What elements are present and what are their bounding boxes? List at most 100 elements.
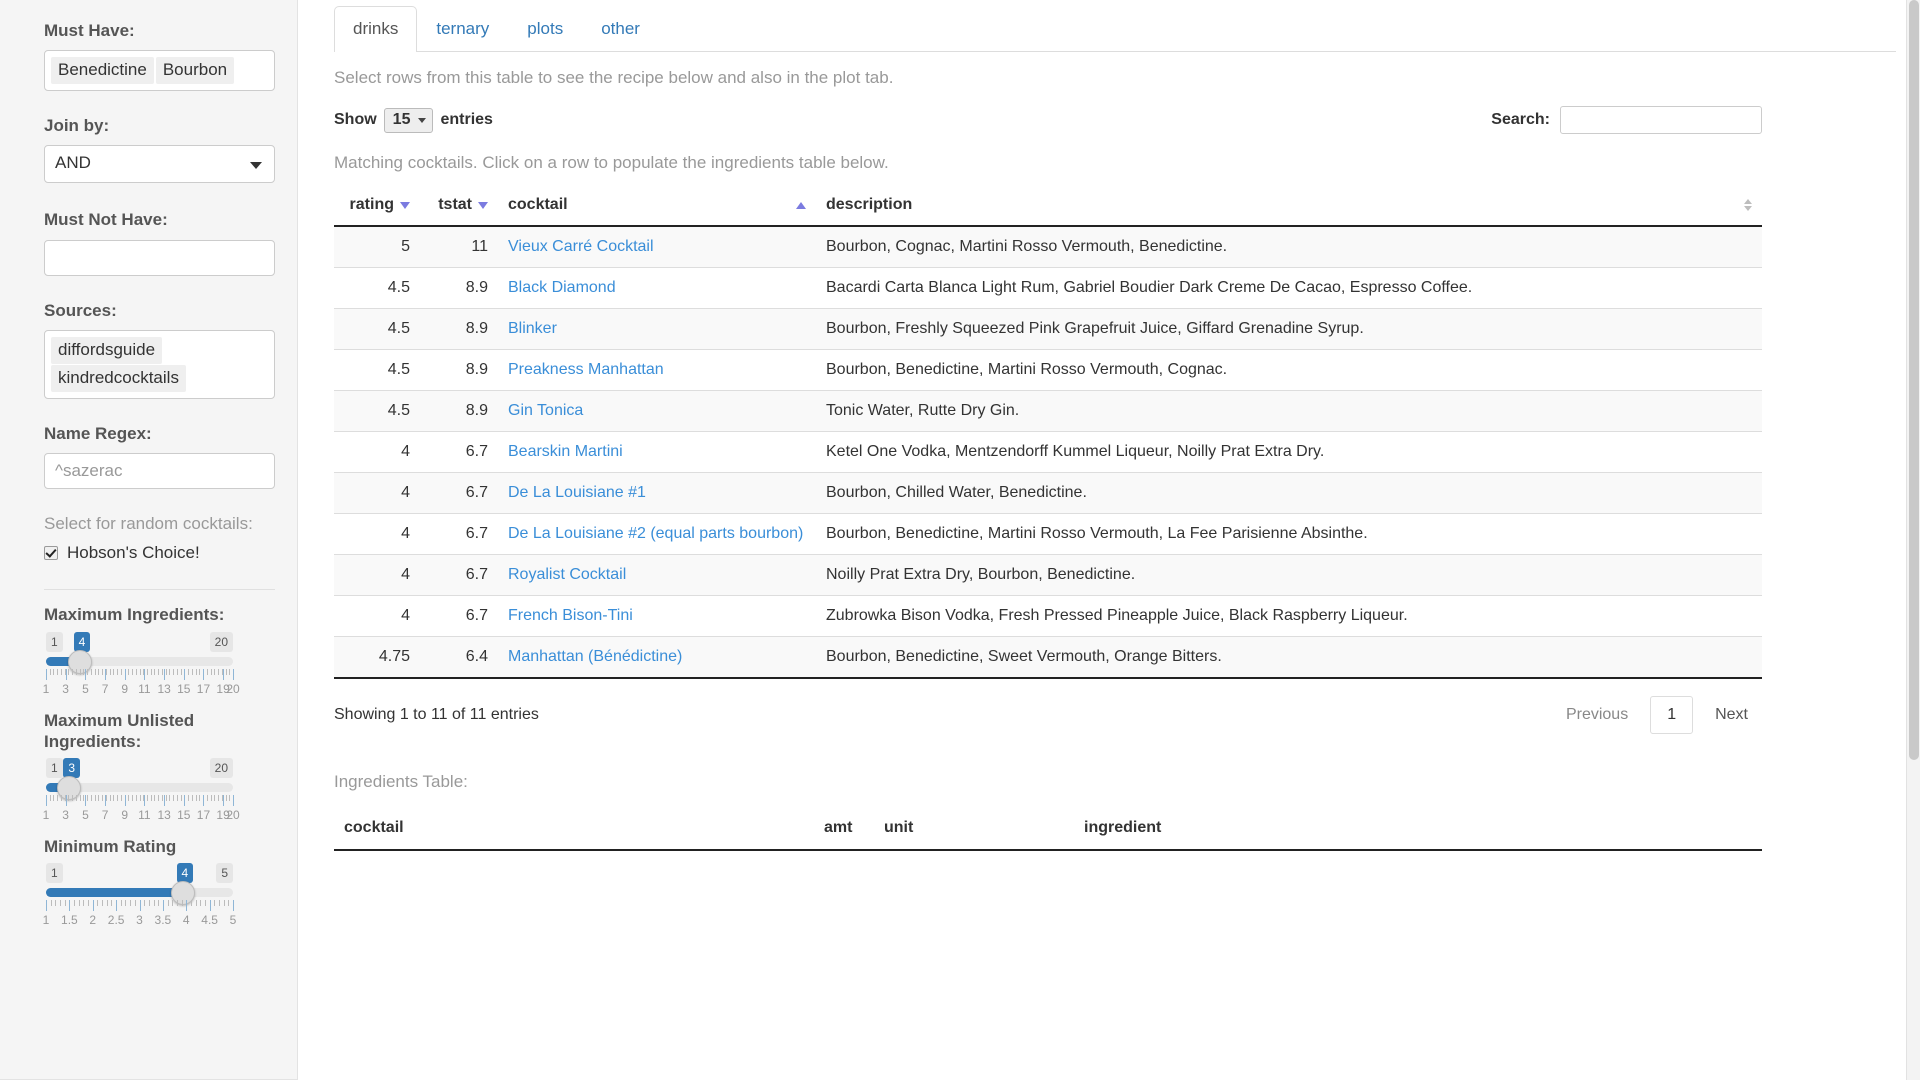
join-by-select[interactable]: AND bbox=[44, 145, 275, 183]
page-scrollbar[interactable] bbox=[1906, 0, 1920, 1080]
tab-ternary[interactable]: ternary bbox=[417, 6, 508, 52]
slider-tick bbox=[121, 795, 122, 801]
cocktail-link[interactable]: Blinker bbox=[508, 320, 557, 337]
entries-value: 15 bbox=[393, 111, 411, 129]
cell-cocktail[interactable]: Blinker bbox=[498, 309, 816, 350]
column-header-rating[interactable]: rating bbox=[334, 186, 420, 226]
entries-select[interactable]: 15 bbox=[384, 108, 434, 133]
slider-tick bbox=[181, 795, 182, 801]
slider-tick bbox=[154, 669, 155, 675]
slider-tick bbox=[135, 900, 136, 906]
slider-tick bbox=[226, 669, 227, 675]
column-header-ing-cocktail[interactable]: cocktail bbox=[334, 809, 814, 850]
search-input[interactable] bbox=[1560, 106, 1762, 134]
cell-cocktail[interactable]: Preakness Manhattan bbox=[498, 350, 816, 391]
table-caption: Matching cocktails. Click on a row to po… bbox=[334, 153, 1920, 173]
cocktail-link[interactable]: De La Louisiane #2 (equal parts bourbon) bbox=[508, 525, 803, 542]
cocktail-link[interactable]: Royalist Cocktail bbox=[508, 566, 626, 583]
cocktail-link[interactable]: Black Diamond bbox=[508, 279, 616, 296]
pagination-previous[interactable]: Previous bbox=[1552, 698, 1642, 732]
slider-tick bbox=[87, 795, 88, 801]
slider-tick bbox=[229, 795, 230, 801]
cell-cocktail[interactable]: Manhattan (Bénédictine) bbox=[498, 637, 816, 679]
table-row[interactable]: 4.756.4Manhattan (Bénédictine)Bourbon, B… bbox=[334, 637, 1762, 679]
column-header-tstat[interactable]: tstat bbox=[420, 186, 498, 226]
must-not-have-input[interactable] bbox=[44, 240, 275, 276]
pagination-page-1[interactable]: 1 bbox=[1650, 696, 1693, 734]
random-help-label: Select for random cocktails: bbox=[44, 513, 275, 534]
cell-cocktail[interactable]: Bearskin Martini bbox=[498, 432, 816, 473]
cocktail-link[interactable]: Vieux Carré Cocktail bbox=[508, 238, 654, 255]
sources-tag[interactable]: diffordsguide bbox=[51, 337, 162, 364]
slider-tick-label: 13 bbox=[157, 808, 170, 822]
cell-tstat: 8.9 bbox=[420, 309, 498, 350]
slider-tick bbox=[80, 795, 81, 801]
table-row[interactable]: 46.7Royalist CocktailNoilly Prat Extra D… bbox=[334, 555, 1762, 596]
must-have-tag[interactable]: Benedictine bbox=[51, 57, 154, 84]
table-row[interactable]: 4.58.9Gin TonicaTonic Water, Rutte Dry G… bbox=[334, 391, 1762, 432]
cell-rating: 4.5 bbox=[334, 268, 420, 309]
cell-cocktail[interactable]: Gin Tonica bbox=[498, 391, 816, 432]
table-row[interactable]: 46.7De La Louisiane #2 (equal parts bour… bbox=[334, 514, 1762, 555]
slider-tick bbox=[76, 795, 77, 801]
tab-other[interactable]: other bbox=[582, 6, 659, 52]
sources-input[interactable]: diffordsguide kindredcocktails bbox=[44, 330, 275, 399]
slider-control[interactable]: 15411.522.533.544.55 bbox=[46, 863, 233, 933]
column-header-ing-ingredient[interactable]: ingredient bbox=[1074, 809, 1762, 850]
ingredients-caption: Ingredients Table: bbox=[334, 772, 1920, 792]
slider-tick bbox=[214, 669, 215, 675]
slider-tick bbox=[98, 669, 99, 675]
slider-control[interactable]: 120413579111315171920 bbox=[46, 632, 233, 702]
slider-tick bbox=[132, 669, 133, 675]
column-header-ing-amt[interactable]: amt bbox=[814, 809, 874, 850]
cell-description: Bourbon, Benedictine, Martini Rosso Verm… bbox=[816, 514, 1762, 555]
slider-max-label: 5 bbox=[216, 863, 233, 883]
cell-cocktail[interactable]: French Bison-Tini bbox=[498, 596, 816, 637]
cell-cocktail[interactable]: De La Louisiane #1 bbox=[498, 473, 816, 514]
cocktail-link[interactable]: Preakness Manhattan bbox=[508, 361, 664, 378]
scrollbar-thumb[interactable] bbox=[1909, 0, 1919, 760]
name-regex-input[interactable] bbox=[44, 453, 275, 489]
cocktail-link[interactable]: De La Louisiane #1 bbox=[508, 484, 646, 501]
table-row[interactable]: 4.58.9Black DiamondBacardi Carta Blanca … bbox=[334, 268, 1762, 309]
slider-tick-labels: 11.522.533.544.55 bbox=[46, 913, 233, 929]
table-row[interactable]: 4.58.9Preakness ManhattanBourbon, Benedi… bbox=[334, 350, 1762, 391]
table-row[interactable]: 4.58.9BlinkerBourbon, Freshly Squeezed P… bbox=[334, 309, 1762, 350]
cocktail-link[interactable]: Manhattan (Bénédictine) bbox=[508, 648, 682, 665]
slider-tick-label: 3 bbox=[62, 808, 69, 822]
table-row[interactable]: 46.7De La Louisiane #1Bourbon, Chilled W… bbox=[334, 473, 1762, 514]
slider-tick bbox=[140, 669, 141, 675]
cell-cocktail[interactable]: De La Louisiane #2 (equal parts bourbon) bbox=[498, 514, 816, 555]
cocktail-link[interactable]: Gin Tonica bbox=[508, 402, 583, 419]
pagination-next[interactable]: Next bbox=[1701, 698, 1762, 732]
slider-track[interactable] bbox=[46, 888, 233, 897]
slider-tick bbox=[87, 669, 88, 675]
slider-tick bbox=[91, 795, 92, 801]
slider-tick bbox=[144, 900, 145, 906]
slider-control[interactable]: 120313579111315171920 bbox=[46, 758, 233, 828]
must-have-tag[interactable]: Bourbon bbox=[156, 57, 234, 84]
slider-tick-major bbox=[85, 795, 86, 806]
sources-tag[interactable]: kindredcocktails bbox=[51, 365, 186, 392]
tab-drinks[interactable]: drinks bbox=[334, 6, 417, 52]
cell-cocktail[interactable]: Vieux Carré Cocktail bbox=[498, 226, 816, 268]
slider-tick-major bbox=[144, 669, 145, 680]
table-row[interactable]: 46.7French Bison-TiniZubrowka Bison Vodk… bbox=[334, 596, 1762, 637]
table-row[interactable]: 511Vieux Carré CocktailBourbon, Cognac, … bbox=[334, 226, 1762, 268]
cocktail-link[interactable]: Bearskin Martini bbox=[508, 443, 623, 460]
hobsons-choice-row[interactable]: Hobson's Choice! bbox=[44, 543, 275, 563]
cell-cocktail[interactable]: Black Diamond bbox=[498, 268, 816, 309]
tab-plots[interactable]: plots bbox=[508, 6, 582, 52]
column-header-ing-unit[interactable]: unit bbox=[874, 809, 1074, 850]
table-row[interactable]: 46.7Bearskin MartiniKetel One Vodka, Men… bbox=[334, 432, 1762, 473]
slider-block: Minimum Rating15411.522.533.544.55 bbox=[44, 836, 275, 933]
slider-tick bbox=[177, 900, 178, 906]
cocktail-link[interactable]: French Bison-Tini bbox=[508, 607, 633, 624]
entries-label: entries bbox=[440, 111, 492, 129]
must-have-input[interactable]: BenedictineBourbon bbox=[44, 50, 275, 91]
cell-cocktail[interactable]: Royalist Cocktail bbox=[498, 555, 816, 596]
checkbox-icon[interactable] bbox=[44, 546, 58, 560]
column-header-cocktail[interactable]: cocktail bbox=[498, 186, 816, 226]
cell-tstat: 8.9 bbox=[420, 268, 498, 309]
column-header-description[interactable]: description bbox=[816, 186, 1762, 226]
